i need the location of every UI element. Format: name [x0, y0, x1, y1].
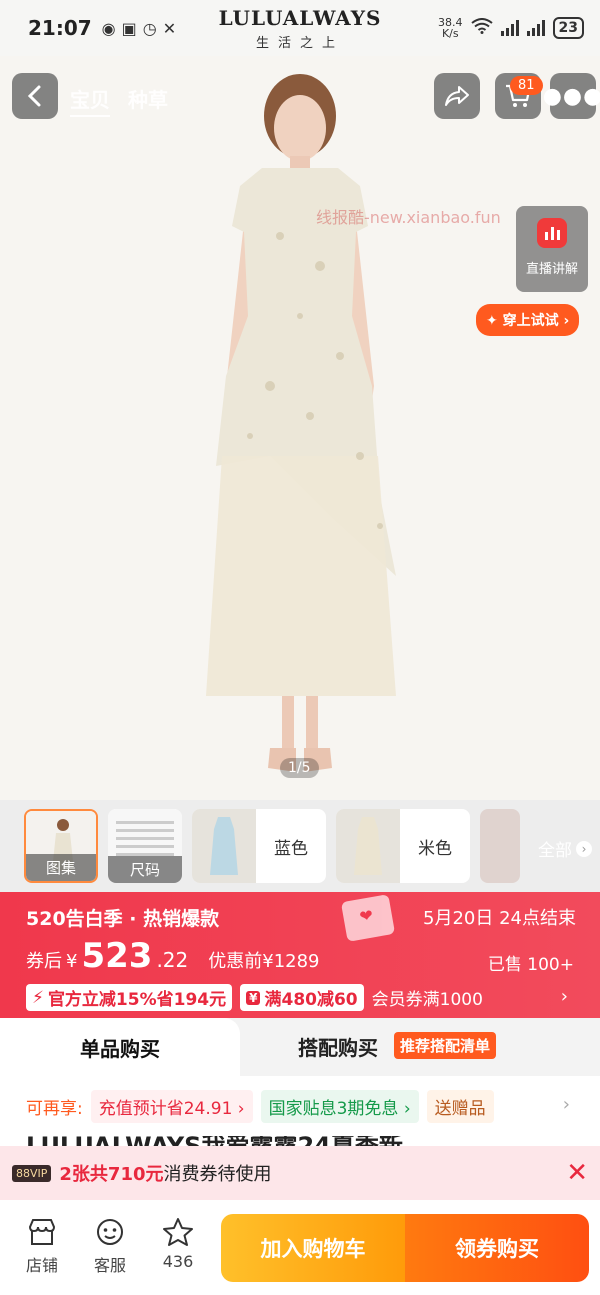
full-reduction-tag: ¥ 满480减60: [240, 984, 364, 1011]
extra-benefits-row: 可再享: 充值预计省24.91 › 国家贴息3期免息 › 送赠品 ›: [0, 1076, 600, 1136]
network-speed: 38.4 K/s: [438, 16, 463, 40]
installment-benefit-chip[interactable]: 国家贴息3期免息 ›: [260, 1089, 419, 1123]
try-on-button[interactable]: ✦ 穿上试试 ›: [476, 304, 580, 336]
star-icon: [161, 1216, 195, 1248]
wifi-icon: [470, 18, 493, 38]
promo-event-title: 520告白季 · 热销爆款: [26, 908, 220, 930]
signal-icon: [500, 20, 519, 36]
chevron-right-icon[interactable]: ›: [563, 1094, 570, 1115]
thumb-more-preview[interactable]: [480, 809, 520, 883]
brand-name: LULUALWAYS: [218, 6, 382, 30]
store-icon: [25, 1216, 59, 1248]
live-explain-button[interactable]: 直播讲解: [516, 206, 588, 292]
sparkle-icon: ✦: [486, 313, 498, 329]
member-coupon-text: 会员券满1000: [371, 990, 483, 1010]
cart-count-badge: 81: [510, 76, 543, 95]
tab-recommend[interactable]: 种草: [128, 84, 168, 117]
share-icon: [445, 86, 469, 106]
tab-product[interactable]: 宝贝: [70, 84, 110, 117]
thumb-size[interactable]: 尺码: [108, 809, 182, 883]
tab-combo-purchase[interactable]: 搭配购买: [298, 1032, 378, 1061]
vip-badge: 88VIP: [12, 1164, 52, 1182]
envelope-heart-icon: [340, 894, 396, 942]
close-icon[interactable]: ✕: [566, 1158, 588, 1188]
purchase-mode-tabs: 单品购买 搭配购买 推荐搭配清单: [0, 1018, 600, 1076]
recharge-benefit-chip[interactable]: 充值预计省24.91 ›: [90, 1089, 253, 1123]
live-bars-icon: [537, 218, 567, 248]
thumb-gallery-label: 图集: [26, 854, 96, 881]
nfc-icon: ▣: [121, 18, 137, 38]
chevron-left-icon: [27, 85, 41, 107]
chevron-right-icon[interactable]: ›: [561, 986, 568, 1007]
combo-list-badge[interactable]: 推荐搭配清单: [394, 1032, 497, 1059]
product-photo: [0, 56, 600, 800]
customer-service-button[interactable]: 客服: [84, 1216, 136, 1276]
benefits-label: 可再享:: [26, 1098, 83, 1119]
store-label: 店铺: [25, 1256, 58, 1275]
discount-tags[interactable]: ⚡ 官方立减15%省194元 ¥ 满480减60 会员券满1000: [26, 984, 483, 1011]
share-button[interactable]: [434, 73, 480, 119]
product-image-gallery[interactable]: 宝贝 种草 81 ●●● 线报酷-new.xianbao.fun 直播讲解 ✦ …: [0, 56, 600, 800]
signal-icon-2: [526, 20, 545, 36]
coupon-text: 2张共710元消费券待使用: [59, 1164, 272, 1185]
price-decimal: .22: [156, 948, 189, 972]
thumb-color-blue-label: 蓝色: [274, 838, 308, 859]
top-tabs: 宝贝 种草: [70, 84, 168, 117]
thumb-color-blue[interactable]: 蓝色: [192, 809, 326, 883]
mute-icon: ✕: [162, 18, 177, 38]
vip-coupon-banner[interactable]: 88VIP 2张共710元消费券待使用 ✕: [0, 1146, 600, 1200]
chevron-right-icon: ›: [563, 313, 570, 329]
thumb-gallery[interactable]: 图集: [24, 809, 98, 883]
brand-logo: LULUALWAYS 生活之上: [219, 6, 382, 51]
thumb-color-beige-label: 米色: [418, 838, 452, 859]
eye-icon: ◉: [101, 18, 116, 38]
status-icons: ◉ ▣ ◷ ✕: [102, 19, 176, 38]
image-counter: 1/5: [280, 758, 319, 778]
brand-slogan: 生活之上: [255, 36, 345, 51]
status-bar: 21:07 ◉ ▣ ◷ ✕ LULUALWAYS 生活之上 38.4 K/s 2…: [0, 0, 600, 56]
battery-indicator: 23: [552, 17, 584, 39]
promo-price-block: 520告白季 · 热销爆款 5月20日 24点结束 券后 ¥ 523 .22 优…: [0, 892, 600, 1018]
coupon-icon: ¥: [246, 990, 261, 1005]
service-label: 客服: [93, 1256, 126, 1275]
bottom-action-bar: 店铺 客服 436 加入购物车 领券购买: [0, 1200, 600, 1295]
more-button[interactable]: ●●●: [543, 73, 600, 119]
add-to-cart-button[interactable]: 加入购物车: [221, 1214, 405, 1282]
clock: 21:07: [28, 16, 92, 40]
coupon-buy-button[interactable]: 领券购买: [405, 1214, 589, 1282]
official-discount-tag: ⚡ 官方立减15%省194元: [26, 984, 233, 1011]
gift-benefit-chip[interactable]: 送赠品: [426, 1089, 494, 1123]
original-price: 优惠前¥1289: [208, 951, 320, 972]
thumbnail-strip: 图集 尺码 蓝色 米色: [0, 800, 600, 892]
store-button[interactable]: 店铺: [16, 1216, 68, 1276]
back-button[interactable]: [12, 73, 58, 119]
live-label: 直播讲解: [525, 262, 578, 277]
view-all-button[interactable]: 全部 ›: [538, 836, 592, 861]
price-label: 券后: [26, 951, 62, 972]
currency-symbol: ¥: [66, 951, 78, 972]
chevron-right-icon: ›: [576, 840, 592, 857]
product-title-peek: LULUALWAYS我爱露露24夏季新: [26, 1136, 586, 1146]
beige-dress-image: [354, 817, 382, 875]
service-icon: [93, 1216, 127, 1248]
watermark-text: 线报酷-new.xianbao.fun: [316, 208, 501, 227]
promo-end-time: 5月20日 24点结束: [423, 908, 576, 929]
thumb-color-beige[interactable]: 米色: [336, 809, 470, 883]
price-row: 券后 ¥ 523 .22 优惠前¥1289: [26, 936, 320, 976]
thumb-size-label: 尺码: [108, 856, 182, 883]
tab-single-purchase[interactable]: 单品购买: [0, 1018, 240, 1076]
alarm-icon: ◷: [142, 18, 157, 38]
favorite-count: 436: [162, 1252, 194, 1271]
favorite-button[interactable]: 436: [152, 1216, 204, 1271]
lightning-icon: ⚡: [32, 987, 44, 1008]
sold-count: 已售 100+: [487, 955, 574, 975]
blue-dress-image: [210, 817, 238, 875]
price-integer: 523: [81, 936, 153, 976]
more-dots-icon: ●●●: [542, 83, 600, 109]
